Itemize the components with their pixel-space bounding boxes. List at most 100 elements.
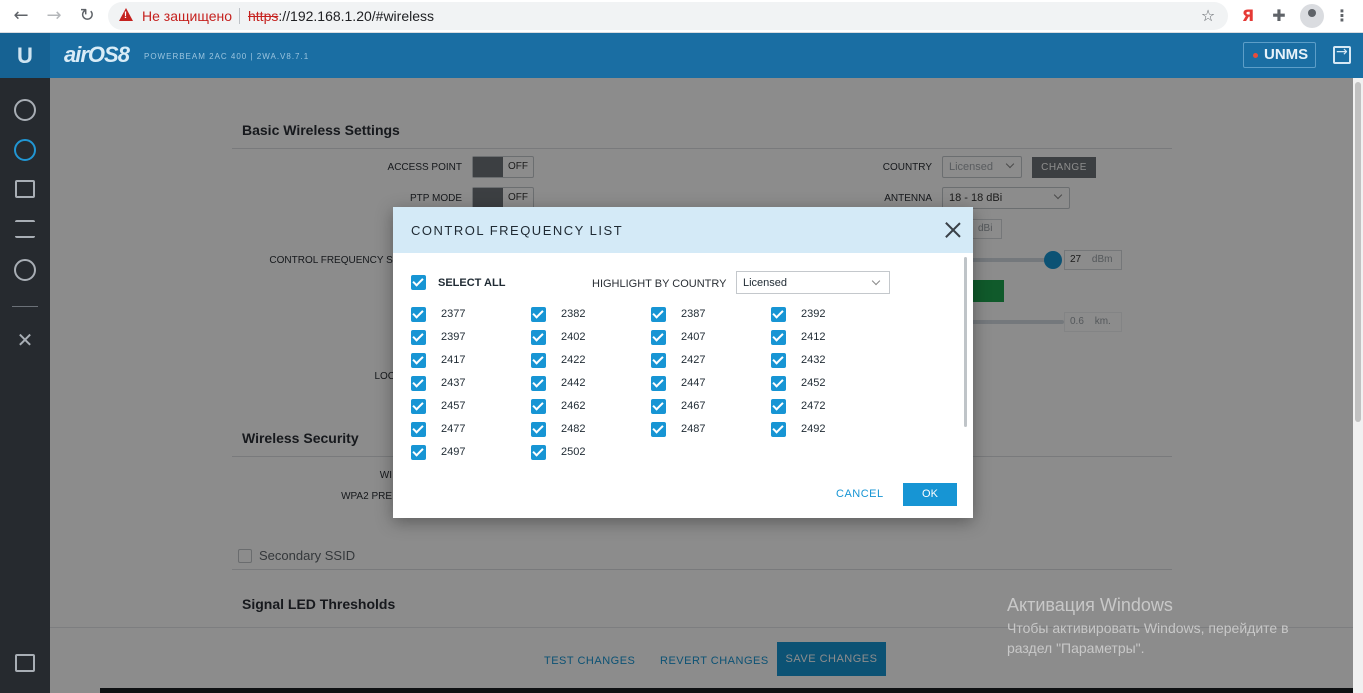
wireless-icon[interactable] (14, 139, 36, 161)
warning-icon[interactable] (119, 8, 133, 21)
frequency-label: 2397 (441, 331, 466, 343)
services-sliders-icon[interactable] (15, 220, 35, 238)
unms-label: UNMS (1264, 46, 1309, 63)
frequency-label: 2387 (681, 308, 706, 320)
browser-menu-icon[interactable]: ⋮ (1331, 5, 1353, 27)
frequency-label: 2502 (561, 446, 586, 458)
frequency-checkbox[interactable] (771, 353, 786, 368)
frequency-label: 2417 (441, 354, 466, 366)
yandex-extension-icon[interactable]: Я (1237, 5, 1259, 27)
close-icon[interactable] (944, 221, 962, 239)
frequency-checkbox[interactable] (531, 353, 546, 368)
windows-activation-line1: Чтобы активировать Windows, перейдите в (1007, 620, 1289, 636)
unms-button[interactable]: UNMS (1243, 42, 1316, 68)
security-status[interactable]: Не защищено (142, 8, 232, 24)
url-path: ://192.168.1.20/#wireless (278, 8, 435, 24)
frequency-checkbox[interactable] (531, 399, 546, 414)
divider (239, 8, 240, 24)
frequency-label: 2392 (801, 308, 826, 320)
ubiquiti-logo[interactable]: U (0, 33, 50, 78)
frequency-label: 2462 (561, 400, 586, 412)
frequency-label: 2452 (801, 377, 826, 389)
frequency-label: 2487 (681, 423, 706, 435)
frequency-label: 2497 (441, 446, 466, 458)
frequency-checkbox[interactable] (771, 399, 786, 414)
frequency-checkbox[interactable] (411, 376, 426, 391)
frequency-label: 2492 (801, 423, 826, 435)
frequency-checkbox[interactable] (651, 330, 666, 345)
frequency-checkbox[interactable] (651, 399, 666, 414)
page-scrollbar-thumb[interactable] (1355, 82, 1361, 422)
windows-activation-line2: раздел "Параметры". (1007, 640, 1145, 656)
select-all-label: SELECT ALL (438, 277, 506, 289)
frequency-label: 2422 (561, 354, 586, 366)
frequency-label: 2402 (561, 331, 586, 343)
reload-icon[interactable]: ↻ (75, 4, 99, 28)
frequency-checkbox[interactable] (411, 422, 426, 437)
frequency-label: 2407 (681, 331, 706, 343)
frequency-label: 2482 (561, 423, 586, 435)
highlight-country-value: Licensed (743, 277, 788, 289)
logout-icon[interactable] (1333, 44, 1351, 64)
frequency-checkbox[interactable] (771, 422, 786, 437)
frequency-label: 2467 (681, 400, 706, 412)
frequency-checkbox[interactable] (411, 307, 426, 322)
frequency-label: 2437 (441, 377, 466, 389)
frequency-checkbox[interactable] (411, 330, 426, 345)
app-header: U airOS8 POWERBEAM 2AC 400 | 2WA.V8.7.1 … (0, 33, 1363, 78)
frequency-checkbox[interactable] (531, 330, 546, 345)
frequency-label: 2472 (801, 400, 826, 412)
ok-button[interactable]: OK (903, 483, 957, 506)
frequency-checkbox[interactable] (771, 376, 786, 391)
windows-activation-title: Активация Windows (1007, 595, 1173, 615)
frequency-checkbox[interactable] (651, 307, 666, 322)
profile-avatar-icon[interactable] (1300, 4, 1324, 28)
frequency-checkbox[interactable] (411, 399, 426, 414)
frequency-checkbox[interactable] (531, 445, 546, 460)
frequency-checkbox[interactable] (531, 422, 546, 437)
extensions-puzzle-icon[interactable]: ✚ (1268, 5, 1290, 27)
frequency-checkbox[interactable] (771, 307, 786, 322)
frequency-checkbox[interactable] (651, 422, 666, 437)
frequency-label: 2447 (681, 377, 706, 389)
device-info: POWERBEAM 2AC 400 | 2WA.V8.7.1 (144, 52, 310, 61)
airos-logo: airOS8 (64, 42, 130, 67)
frequency-label: 2442 (561, 377, 586, 389)
dialog-scrollbar[interactable] (964, 257, 967, 427)
frequency-checkbox[interactable] (531, 307, 546, 322)
frequency-label: 2382 (561, 308, 586, 320)
frequency-label: 2477 (441, 423, 466, 435)
cancel-button[interactable]: CANCEL (836, 488, 884, 500)
select-all-checkbox[interactable] (411, 275, 426, 290)
frequency-checkbox[interactable] (411, 353, 426, 368)
status-dot-icon (1253, 53, 1258, 58)
frequency-checkbox[interactable] (651, 376, 666, 391)
frequency-label: 2427 (681, 354, 706, 366)
dialog-title: CONTROL FREQUENCY LIST (411, 223, 624, 238)
bookmark-star-icon[interactable]: ☆ (1197, 5, 1219, 27)
frequency-checkbox[interactable] (531, 376, 546, 391)
settings-gear-icon[interactable] (14, 259, 36, 281)
frequency-checkbox[interactable] (411, 445, 426, 460)
highlight-by-country-label: HIGHLIGHT BY COUNTRY (592, 278, 727, 290)
log-icon[interactable] (15, 654, 35, 672)
url-scheme: https (248, 8, 279, 24)
frequency-label: 2377 (441, 308, 466, 320)
dashboard-icon[interactable] (14, 99, 36, 121)
frequency-checkbox[interactable] (651, 353, 666, 368)
forward-icon[interactable]: → (42, 4, 66, 28)
frequency-checkbox[interactable] (771, 330, 786, 345)
sidebar-divider (12, 306, 38, 307)
back-icon[interactable]: ← (9, 4, 33, 28)
control-frequency-dialog: CONTROL FREQUENCY LIST SELECT ALL HIGHLI… (393, 207, 973, 518)
frequency-label: 2432 (801, 354, 826, 366)
chevron-down-icon (871, 276, 881, 286)
tools-icon[interactable]: ✕ (14, 329, 36, 351)
url-text[interactable]: https://192.168.1.20/#wireless (248, 8, 434, 24)
dialog-header: CONTROL FREQUENCY LIST (393, 207, 973, 253)
frequency-label: 2457 (441, 400, 466, 412)
frequency-label: 2412 (801, 331, 826, 343)
highlight-country-select[interactable]: Licensed (736, 271, 890, 294)
network-icon[interactable] (15, 180, 35, 198)
sidebar: ✕ (0, 78, 50, 693)
